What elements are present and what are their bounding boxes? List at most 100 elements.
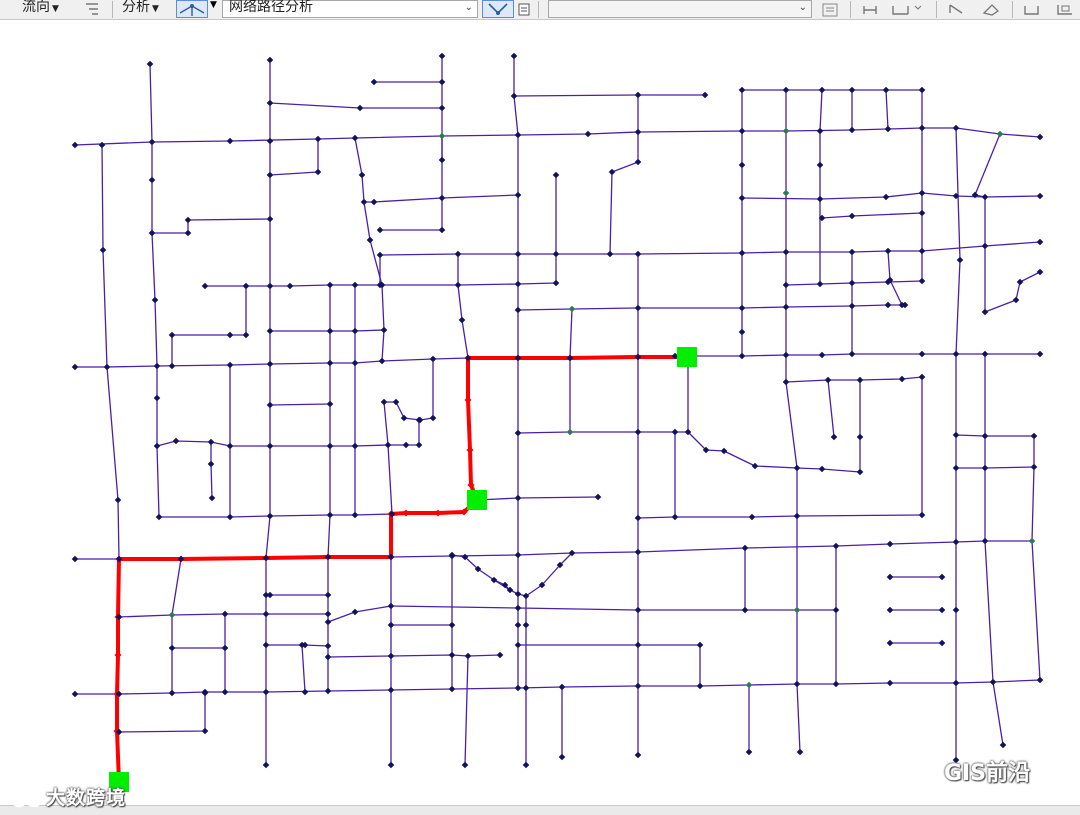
junction [952,464,960,472]
solve-route-icon[interactable] [482,0,514,18]
junction [918,350,926,358]
junction [751,462,759,470]
status-bar [0,805,1080,815]
junction [98,141,106,149]
network-edge [379,241,1041,256]
options-dropdown-icon[interactable] [517,0,531,18]
junction [461,761,469,769]
junction [782,378,790,386]
barrier-icon[interactable] [944,0,970,18]
junction [184,216,192,224]
junction [326,400,334,408]
junction [266,512,274,520]
add-edge-icon[interactable] [888,0,924,18]
junction [952,431,960,439]
junction [522,684,530,692]
junction [387,602,395,610]
watermark-right: GIS前沿 [900,755,1030,788]
junction [514,684,522,692]
junction [242,331,250,339]
properties-icon[interactable] [818,0,844,18]
junction [671,428,679,436]
junction [351,327,359,335]
network-edge [569,308,573,432]
junction [952,679,960,687]
junction [1016,278,1024,286]
junction [696,682,704,690]
junction [266,99,274,107]
network-map[interactable] [0,21,1080,805]
junction [882,193,890,201]
flow-direction-icon[interactable] [80,0,104,18]
network-edge [517,431,688,434]
junction [326,281,334,289]
junction [392,398,400,406]
network-edge [265,60,271,765]
toolbar-divider [538,1,539,18]
network-edge [984,271,1041,313]
route-flags [109,347,697,792]
junction [848,86,856,94]
junction [324,642,332,650]
network-edge [354,137,374,203]
junction [918,511,926,519]
junction [226,137,234,145]
junction [952,538,960,546]
flow-menu[interactable]: 流向 ▼ [22,0,59,19]
junction [952,350,960,358]
junction [981,432,989,440]
junction [415,416,423,424]
junction [898,375,906,383]
junction [221,688,229,696]
results-icon[interactable] [1052,0,1078,18]
junction [824,376,832,384]
junction [738,304,746,312]
junction [201,282,209,290]
junction [738,328,746,336]
stop-flag[interactable] [467,490,487,510]
junction [634,158,642,166]
junction [514,494,522,502]
junction [266,327,274,335]
network-edge [75,679,1041,695]
junction [738,194,746,202]
junction [1012,296,1020,304]
junction [301,688,309,696]
junction [634,641,642,649]
junction [326,511,334,519]
network-edge [464,655,469,766]
chevron-down-icon: ⌄ [464,2,473,13]
junction [351,134,359,142]
trace-icon[interactable] [1020,0,1046,18]
junction [981,537,989,545]
junction [584,130,592,138]
empty-combo[interactable]: ⌄ [548,0,812,18]
junction [314,168,322,176]
analysis-menu-label: 分析 [122,0,150,15]
analysis-menu[interactable]: 分析 ▼ [122,0,159,19]
junction [155,513,163,521]
network-dataset-combo[interactable]: 网络路径分析 ⌄ [222,0,478,18]
junction [262,641,270,649]
network-tool-icon[interactable] [176,0,208,18]
junction [172,437,180,445]
junction [262,761,270,769]
junction [886,573,894,581]
junction [201,689,209,697]
junction [387,553,395,561]
junction [886,679,894,687]
junction [262,554,270,562]
junction [830,433,838,441]
clear-results-icon[interactable] [978,0,1004,18]
junction [918,189,926,197]
stop-flag[interactable] [677,347,697,367]
route-junction [114,651,122,659]
junction [793,464,801,472]
add-junction-icon[interactable] [858,0,884,18]
chevron-down-icon[interactable]: ▼ [210,0,217,10]
network-edge [974,133,1001,198]
junction [370,78,378,86]
junction [938,606,946,614]
junction [793,606,801,614]
watermark-logo-icon [10,790,43,807]
